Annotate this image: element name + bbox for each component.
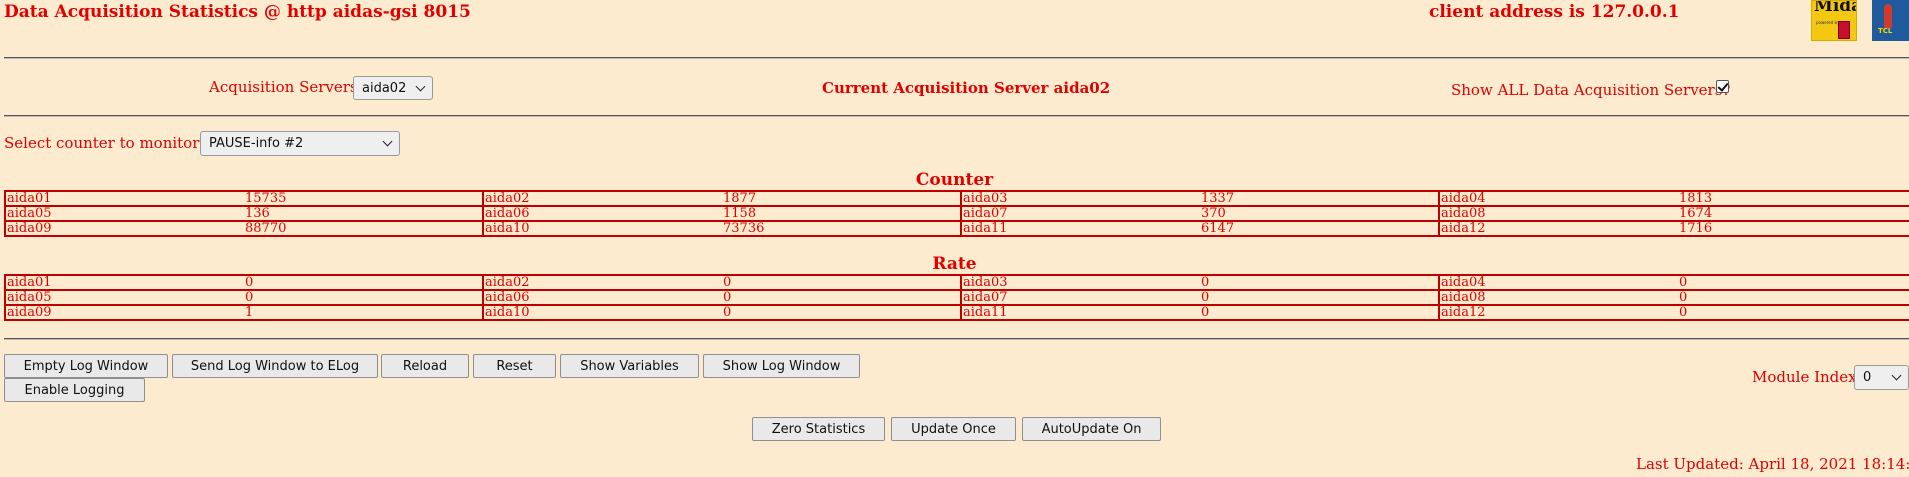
acquisition-server-select[interactable]: aida02 (353, 76, 433, 100)
server-value-cell: 0 (244, 289, 484, 306)
table-row: aida05 136 aida06 1158 aida07 370 aida08 1674 (4, 205, 1909, 222)
enable-logging-button[interactable]: Enable Logging (4, 378, 145, 402)
tcl-powered-logo: TCL (1872, 0, 1909, 41)
midas-emblem-icon (1838, 21, 1850, 39)
acquisition-server-value: aida02 (362, 80, 407, 96)
divider (4, 57, 1909, 59)
rate-table: aida01 0 aida02 0 aida03 0 aida04 0 aida05 0 aida0… (4, 274, 1909, 321)
counter-select-value: PAUSE-info #2 (209, 136, 304, 151)
page: Data Acquisition Statistics @ http aidas… (0, 0, 1909, 477)
update-once-button[interactable]: Update Once (891, 417, 1016, 441)
send-log-to-elog-button[interactable]: Send Log Window to ELog (172, 354, 378, 378)
server-value-cell: 0 (1200, 304, 1440, 321)
divider (4, 115, 1909, 117)
server-value-cell: 0 (244, 274, 484, 291)
server-name-cell: aida05 (4, 289, 244, 306)
rate-title: Rate (932, 254, 977, 274)
empty-log-window-button[interactable]: Empty Log Window (4, 354, 168, 378)
server-value-cell: 1813 (1678, 190, 1909, 207)
server-value-cell: 1158 (722, 205, 962, 222)
counter-select[interactable]: PAUSE-info #2 (200, 131, 400, 156)
server-value-cell: 88770 (244, 220, 484, 237)
reload-button[interactable]: Reload (381, 354, 469, 378)
chevron-down-icon (382, 136, 393, 147)
server-value-cell: 0 (1678, 274, 1909, 291)
server-value-cell: 0 (1200, 274, 1440, 291)
server-name-cell: aida08 (1438, 289, 1678, 306)
server-value-cell: 0 (722, 304, 962, 321)
midas-logo: Midas powered by (1811, 0, 1857, 41)
module-index-value: 0 (1863, 370, 1872, 385)
server-value-cell: 370 (1200, 205, 1440, 222)
show-all-servers-label: Show ALL Data Acquisition Servers? (1451, 81, 1731, 99)
table-row: aida09 1 aida10 0 aida11 0 aida12 0 (4, 304, 1909, 321)
table-row: aida01 15735 aida02 1877 aida03 1337 aida04 181… (4, 190, 1909, 207)
server-name-cell: aida03 (960, 190, 1200, 207)
server-value-cell: 1337 (1200, 190, 1440, 207)
server-value-cell: 136 (244, 205, 484, 222)
server-name-cell: aida06 (482, 289, 722, 306)
server-name-cell: aida01 (4, 274, 244, 291)
server-value-cell: 0 (1678, 304, 1909, 321)
divider (4, 338, 1909, 340)
acquisition-servers-label: Acquisition Servers (209, 78, 358, 96)
select-counter-label: Select counter to monitor (4, 134, 200, 152)
server-value-cell: 6147 (1200, 220, 1440, 237)
module-index-label: Module Index (1752, 368, 1857, 386)
tcl-feather-icon (1884, 4, 1892, 28)
client-address: client address is 127.0.0.1 (1429, 2, 1680, 22)
server-name-cell: aida01 (4, 190, 244, 207)
current-server-label: Current Acquisition Server aida02 (822, 79, 1111, 97)
counter-table: aida01 15735 aida02 1877 aida03 1337 aida04 181… (4, 190, 1909, 237)
server-name-cell: aida03 (960, 274, 1200, 291)
server-value-cell: 1877 (722, 190, 962, 207)
server-name-cell: aida04 (1438, 274, 1678, 291)
page-title: Data Acquisition Statistics @ http aidas… (4, 2, 471, 22)
server-value-cell: 1674 (1678, 205, 1909, 222)
server-name-cell: aida09 (4, 220, 244, 237)
server-name-cell: aida11 (960, 220, 1200, 237)
server-value-cell: 73736 (722, 220, 962, 237)
server-name-cell: aida02 (482, 274, 722, 291)
server-name-cell: aida10 (482, 304, 722, 321)
chevron-down-icon (415, 81, 426, 91)
server-value-cell: 0 (1200, 289, 1440, 306)
last-updated-text: Last Updated: April 18, 2021 18:14:26 (1636, 455, 1909, 473)
server-value-cell: 1716 (1678, 220, 1909, 237)
server-name-cell: aida11 (960, 304, 1200, 321)
midas-logo-text: Midas (1814, 0, 1856, 16)
show-all-servers-checkbox[interactable] (1716, 80, 1729, 93)
server-name-cell: aida12 (1438, 304, 1678, 321)
server-name-cell: aida12 (1438, 220, 1678, 237)
server-value-cell: 0 (722, 274, 962, 291)
server-name-cell: aida07 (960, 289, 1200, 306)
server-name-cell: aida02 (482, 190, 722, 207)
table-row: aida05 0 aida06 0 aida07 0 aida08 0 (4, 289, 1909, 306)
tcl-logo-text: TCL (1878, 27, 1893, 35)
server-name-cell: aida10 (482, 220, 722, 237)
server-name-cell: aida06 (482, 205, 722, 222)
show-variables-button[interactable]: Show Variables (560, 354, 699, 378)
reset-button[interactable]: Reset (473, 354, 556, 378)
show-log-window-button[interactable]: Show Log Window (703, 354, 860, 378)
module-index-select[interactable]: 0 (1854, 365, 1909, 390)
table-row: aida01 0 aida02 0 aida03 0 aida04 0 (4, 274, 1909, 291)
table-row: aida09 88770 aida10 73736 aida11 6147 aida12 17… (4, 220, 1909, 237)
server-value-cell: 15735 (244, 190, 484, 207)
midas-logo-subtext: powered by (1816, 20, 1840, 25)
chevron-down-icon (1891, 370, 1902, 381)
server-name-cell: aida09 (4, 304, 244, 321)
server-name-cell: aida05 (4, 205, 244, 222)
autoupdate-on-button[interactable]: AutoUpdate On (1022, 417, 1161, 441)
zero-statistics-button[interactable]: Zero Statistics (752, 417, 885, 441)
server-name-cell: aida08 (1438, 205, 1678, 222)
server-value-cell: 1 (244, 304, 484, 321)
server-name-cell: aida04 (1438, 190, 1678, 207)
counter-title: Counter (915, 170, 994, 190)
server-value-cell: 0 (722, 289, 962, 306)
server-name-cell: aida07 (960, 205, 1200, 222)
server-value-cell: 0 (1678, 289, 1909, 306)
